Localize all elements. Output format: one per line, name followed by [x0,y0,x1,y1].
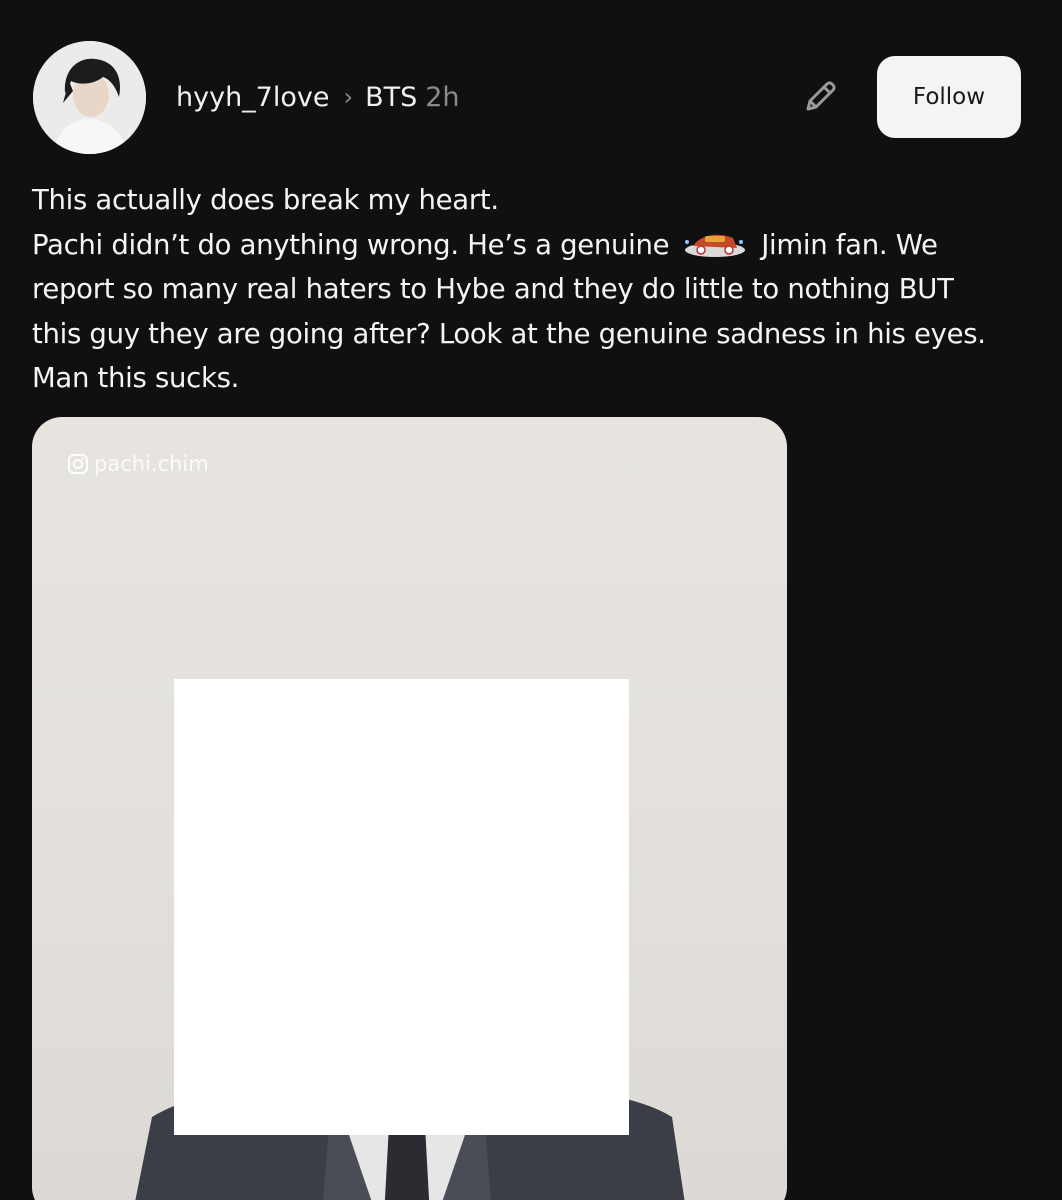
post-text-fragment: Pachi didn’t do anything wrong. He’s a g… [32,228,670,261]
follow-button[interactable]: Follow [877,56,1021,138]
post-time: 2h [425,81,460,113]
face-cover [174,679,629,1135]
post-text-fragment: Jimin fan. We [761,228,938,261]
instagram-icon [68,454,88,474]
watermark-text: pachi.chim [94,452,209,476]
post-meta: hyyh_7love › BTS 2h [176,75,460,119]
post-text-line: This actually does break my heart. [32,184,499,216]
flower-sticker-icon [675,227,755,257]
post-text-line: Pachi didn’t do anything wrong. He’s a g… [32,223,1032,268]
post-text-line: this guy they are going after? Look at t… [32,317,986,350]
watermark: pachi.chim [66,452,209,476]
avatar-image [33,41,146,154]
chevron-right-icon: › [343,83,354,111]
post-body: This actually does break my heart. Pachi… [32,178,1032,401]
post-image[interactable]: pachi.chim [32,417,787,1200]
post-header: hyyh_7love › BTS 2h Follow [0,0,1062,170]
avatar[interactable] [33,41,146,154]
username[interactable]: hyyh_7love [176,82,329,113]
community-name[interactable]: BTS [365,82,417,113]
post-text-line: report so many real haters to Hybe and t… [32,273,954,305]
pencil-icon[interactable] [800,77,840,117]
post-text-line: Man this sucks. [32,362,240,394]
